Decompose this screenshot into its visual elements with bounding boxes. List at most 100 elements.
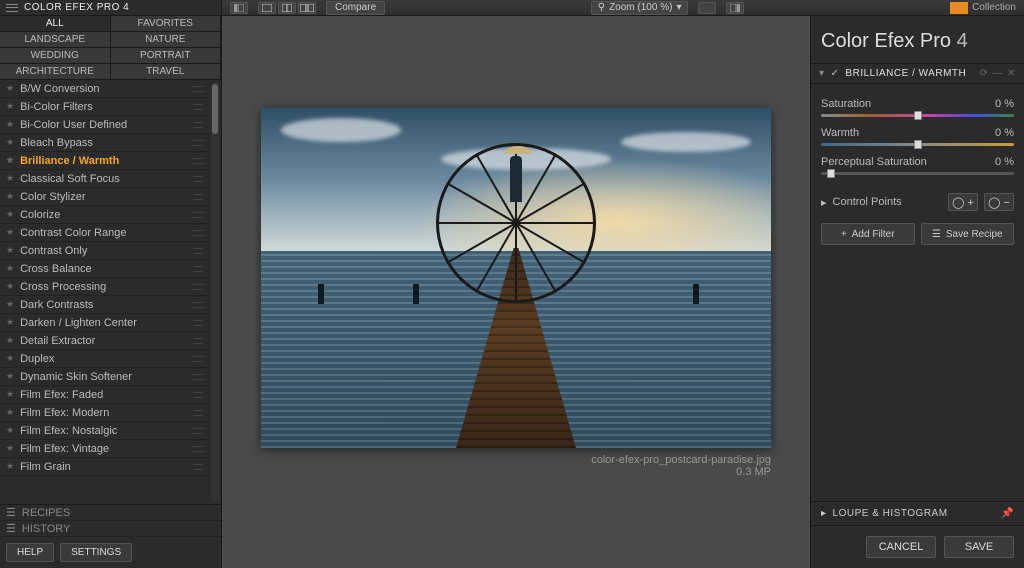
history-row[interactable]: ☰ HISTORY <box>0 521 221 537</box>
favorite-star-icon[interactable]: ★ <box>6 299 14 310</box>
favorite-star-icon[interactable]: ★ <box>6 173 14 184</box>
scroll-thumb[interactable] <box>212 84 218 134</box>
preset-stack-icon[interactable] <box>193 158 203 164</box>
slider-thumb[interactable] <box>827 169 835 178</box>
filter-item[interactable]: ★Bi-Color Filters <box>0 98 209 116</box>
slider-thumb[interactable] <box>914 111 922 120</box>
preset-stack-icon[interactable] <box>193 194 203 200</box>
preset-stack-icon[interactable] <box>193 302 203 308</box>
filter-item[interactable]: ★Duplex <box>0 350 209 368</box>
loupe-histogram-row[interactable]: ▸ LOUPE & HISTOGRAM 📌 <box>811 501 1024 525</box>
settings-button[interactable]: SETTINGS <box>60 543 132 562</box>
favorite-star-icon[interactable]: ★ <box>6 335 14 346</box>
compare-button[interactable]: Compare <box>326 1 385 15</box>
filter-item[interactable]: ★Contrast Color Range <box>0 224 209 242</box>
close-icon[interactable]: ✕ <box>1007 68 1016 79</box>
favorite-star-icon[interactable]: ★ <box>6 101 14 112</box>
slider-track[interactable] <box>821 114 1014 117</box>
category-tab-favorites[interactable]: FAVORITES <box>111 16 222 32</box>
collapse-icon[interactable]: — <box>993 68 1004 79</box>
help-button[interactable]: HELP <box>6 543 54 562</box>
filter-section-header[interactable]: ▾ ✓ BRILLIANCE / WARMTH ⟳ — ✕ <box>811 63 1024 84</box>
preset-stack-icon[interactable] <box>193 230 203 236</box>
filter-item[interactable]: ★Film Efex: Faded <box>0 386 209 404</box>
preset-stack-icon[interactable] <box>193 338 203 344</box>
filter-item[interactable]: ★Classical Soft Focus <box>0 170 209 188</box>
preset-stack-icon[interactable] <box>193 248 203 254</box>
preset-stack-icon[interactable] <box>193 464 203 470</box>
checkmark-icon[interactable]: ✓ <box>831 68 840 79</box>
filter-item[interactable]: ★Bleach Bypass <box>0 134 209 152</box>
pin-icon[interactable]: 📌 <box>1001 508 1014 519</box>
category-tab-travel[interactable]: TRAVEL <box>111 64 222 80</box>
preset-stack-icon[interactable] <box>193 86 203 92</box>
favorite-star-icon[interactable]: ★ <box>6 137 14 148</box>
control-points-row[interactable]: ▸ Control Points ◯ + ◯ − <box>811 187 1024 217</box>
preset-stack-icon[interactable] <box>193 410 203 416</box>
favorite-star-icon[interactable]: ★ <box>6 353 14 364</box>
save-recipe-button[interactable]: ☰ Save Recipe <box>921 223 1015 245</box>
filter-item[interactable]: ★Film Efex: Vintage <box>0 440 209 458</box>
favorite-star-icon[interactable]: ★ <box>6 317 14 328</box>
category-tab-architecture[interactable]: ARCHITECTURE <box>0 64 111 80</box>
slider-track[interactable] <box>821 172 1014 175</box>
favorite-star-icon[interactable]: ★ <box>6 263 14 274</box>
favorite-star-icon[interactable]: ★ <box>6 389 14 400</box>
preset-stack-icon[interactable] <box>193 122 203 128</box>
filter-item[interactable]: ★Film Efex: Modern <box>0 404 209 422</box>
filter-item[interactable]: ★Darken / Lighten Center <box>0 314 209 332</box>
save-button[interactable]: SAVE <box>944 536 1014 558</box>
preset-stack-icon[interactable] <box>193 140 203 146</box>
reset-icon[interactable]: ⟳ <box>980 68 989 79</box>
filter-item[interactable]: ★Bi-Color User Defined <box>0 116 209 134</box>
panel-toggle-right-icon[interactable] <box>726 2 744 14</box>
panel-toggle-left-icon[interactable] <box>230 2 248 14</box>
preset-stack-icon[interactable] <box>193 356 203 362</box>
menu-icon[interactable] <box>6 4 18 12</box>
favorite-star-icon[interactable]: ★ <box>6 407 14 418</box>
filter-item[interactable]: ★Dynamic Skin Softener <box>0 368 209 386</box>
filter-item[interactable]: ★Cross Balance <box>0 260 209 278</box>
favorite-star-icon[interactable]: ★ <box>6 443 14 454</box>
category-tab-portrait[interactable]: PORTRAIT <box>111 48 222 64</box>
filter-item[interactable]: ★Colorize <box>0 206 209 224</box>
preset-stack-icon[interactable] <box>193 320 203 326</box>
filter-item[interactable]: ★Detail Extractor <box>0 332 209 350</box>
recipes-row[interactable]: ☰ RECIPES <box>0 505 221 521</box>
category-tab-landscape[interactable]: LANDSCAPE <box>0 32 111 48</box>
slider-track[interactable] <box>821 143 1014 146</box>
filter-item[interactable]: ★Brilliance / Warmth <box>0 152 209 170</box>
preset-stack-icon[interactable] <box>193 392 203 398</box>
preset-stack-icon[interactable] <box>193 104 203 110</box>
control-point-remove-button[interactable]: ◯ − <box>984 193 1014 211</box>
add-filter-button[interactable]: + Add Filter <box>821 223 915 245</box>
zoom-button[interactable]: ⚲ Zoom (100 %) ▾ <box>591 1 689 15</box>
favorite-star-icon[interactable]: ★ <box>6 119 14 130</box>
favorite-star-icon[interactable]: ★ <box>6 245 14 256</box>
favorite-star-icon[interactable]: ★ <box>6 191 14 202</box>
filter-item[interactable]: ★Contrast Only <box>0 242 209 260</box>
control-point-add-button[interactable]: ◯ + <box>948 193 978 211</box>
filter-item[interactable]: ★Dark Contrasts <box>0 296 209 314</box>
cancel-button[interactable]: CANCEL <box>866 536 936 558</box>
favorite-star-icon[interactable]: ★ <box>6 281 14 292</box>
filter-item[interactable]: ★Film Grain <box>0 458 209 476</box>
view-side-icon[interactable] <box>298 2 316 14</box>
favorite-star-icon[interactable]: ★ <box>6 227 14 238</box>
category-tab-nature[interactable]: NATURE <box>111 32 222 48</box>
preset-stack-icon[interactable] <box>193 212 203 218</box>
image-preview[interactable] <box>261 108 771 448</box>
preset-stack-icon[interactable] <box>193 428 203 434</box>
filter-item[interactable]: ★Film Efex: Nostalgic <box>0 422 209 440</box>
view-split-v-icon[interactable] <box>278 2 296 14</box>
slider-thumb[interactable] <box>914 140 922 149</box>
favorite-star-icon[interactable]: ★ <box>6 155 14 166</box>
favorite-star-icon[interactable]: ★ <box>6 371 14 382</box>
filter-item[interactable]: ★Cross Processing <box>0 278 209 296</box>
category-tab-wedding[interactable]: WEDDING <box>0 48 111 64</box>
favorite-star-icon[interactable]: ★ <box>6 425 14 436</box>
filter-scrollbar[interactable] <box>211 82 219 502</box>
filter-item[interactable]: ★Color Stylizer <box>0 188 209 206</box>
favorite-star-icon[interactable]: ★ <box>6 461 14 472</box>
view-single-icon[interactable] <box>258 2 276 14</box>
